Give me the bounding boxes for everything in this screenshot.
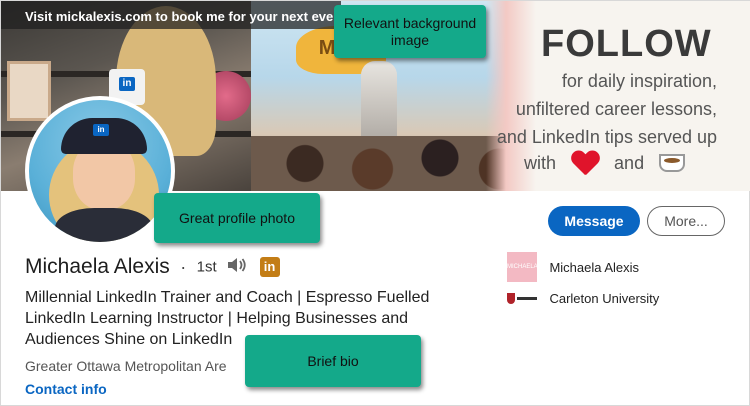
banner-tagline: for daily inspiration, unfiltered career…	[477, 67, 717, 151]
profile-photo[interactable]: in	[25, 96, 175, 246]
contact-info-link[interactable]: Contact info	[25, 381, 107, 397]
school-crest-icon	[507, 292, 515, 304]
current-company[interactable]: MICHAELA Michaela Alexis	[507, 252, 640, 282]
school-wordmark	[517, 296, 537, 300]
callout-text: Great profile photo	[179, 209, 295, 226]
heart-icon	[571, 151, 599, 175]
company-name: Michaela Alexis	[549, 259, 640, 275]
banner-ad-text: Visit mickalexis.com to book me for your…	[1, 1, 341, 29]
callout-background-image: Relevant background image	[334, 5, 486, 58]
linkedin-premium-badge: in	[259, 257, 280, 277]
tagline-line: unfiltered career lessons,	[515, 99, 717, 119]
profile-location: Greater Ottawa Metropolitan Are	[25, 358, 227, 374]
name-row: Michaela Alexis · 1st in	[25, 255, 280, 283]
banner-follow-heading: FOLLOW	[541, 23, 712, 65]
banner-with-line: with and	[524, 151, 686, 175]
with-text: with	[524, 152, 557, 173]
company-logo: MICHAELA	[507, 252, 538, 282]
picture-frame	[7, 61, 51, 121]
coffee-cup-icon	[659, 154, 686, 172]
avatar-shirt	[55, 208, 153, 242]
and-text: and	[614, 152, 645, 173]
callout-text: Relevant background image	[343, 14, 477, 48]
tagline-line: and LinkedIn tips served up	[496, 127, 717, 147]
connection-degree: 1st	[196, 258, 217, 276]
speaker-icon[interactable]	[227, 257, 247, 278]
school-logo	[507, 292, 537, 306]
callout-brief-bio: Brief bio	[245, 335, 421, 387]
profile-card: in MAX Visit mickalexis.com to book me f…	[0, 0, 750, 406]
school-name: Carleton University	[549, 291, 660, 307]
linkedin-mug-logo: in	[119, 77, 135, 91]
separator-dot: ·	[180, 256, 187, 277]
message-button[interactable]: Message	[548, 206, 640, 236]
linkedin-cap-logo: in	[93, 124, 109, 136]
more-button[interactable]: More...	[647, 206, 725, 236]
tagline-line: for daily inspiration,	[561, 71, 717, 91]
callout-profile-photo: Great profile photo	[154, 193, 320, 243]
callout-text: Brief bio	[307, 352, 359, 369]
profile-name: Michaela Alexis	[25, 255, 170, 278]
education-school[interactable]: Carleton University	[507, 290, 659, 318]
